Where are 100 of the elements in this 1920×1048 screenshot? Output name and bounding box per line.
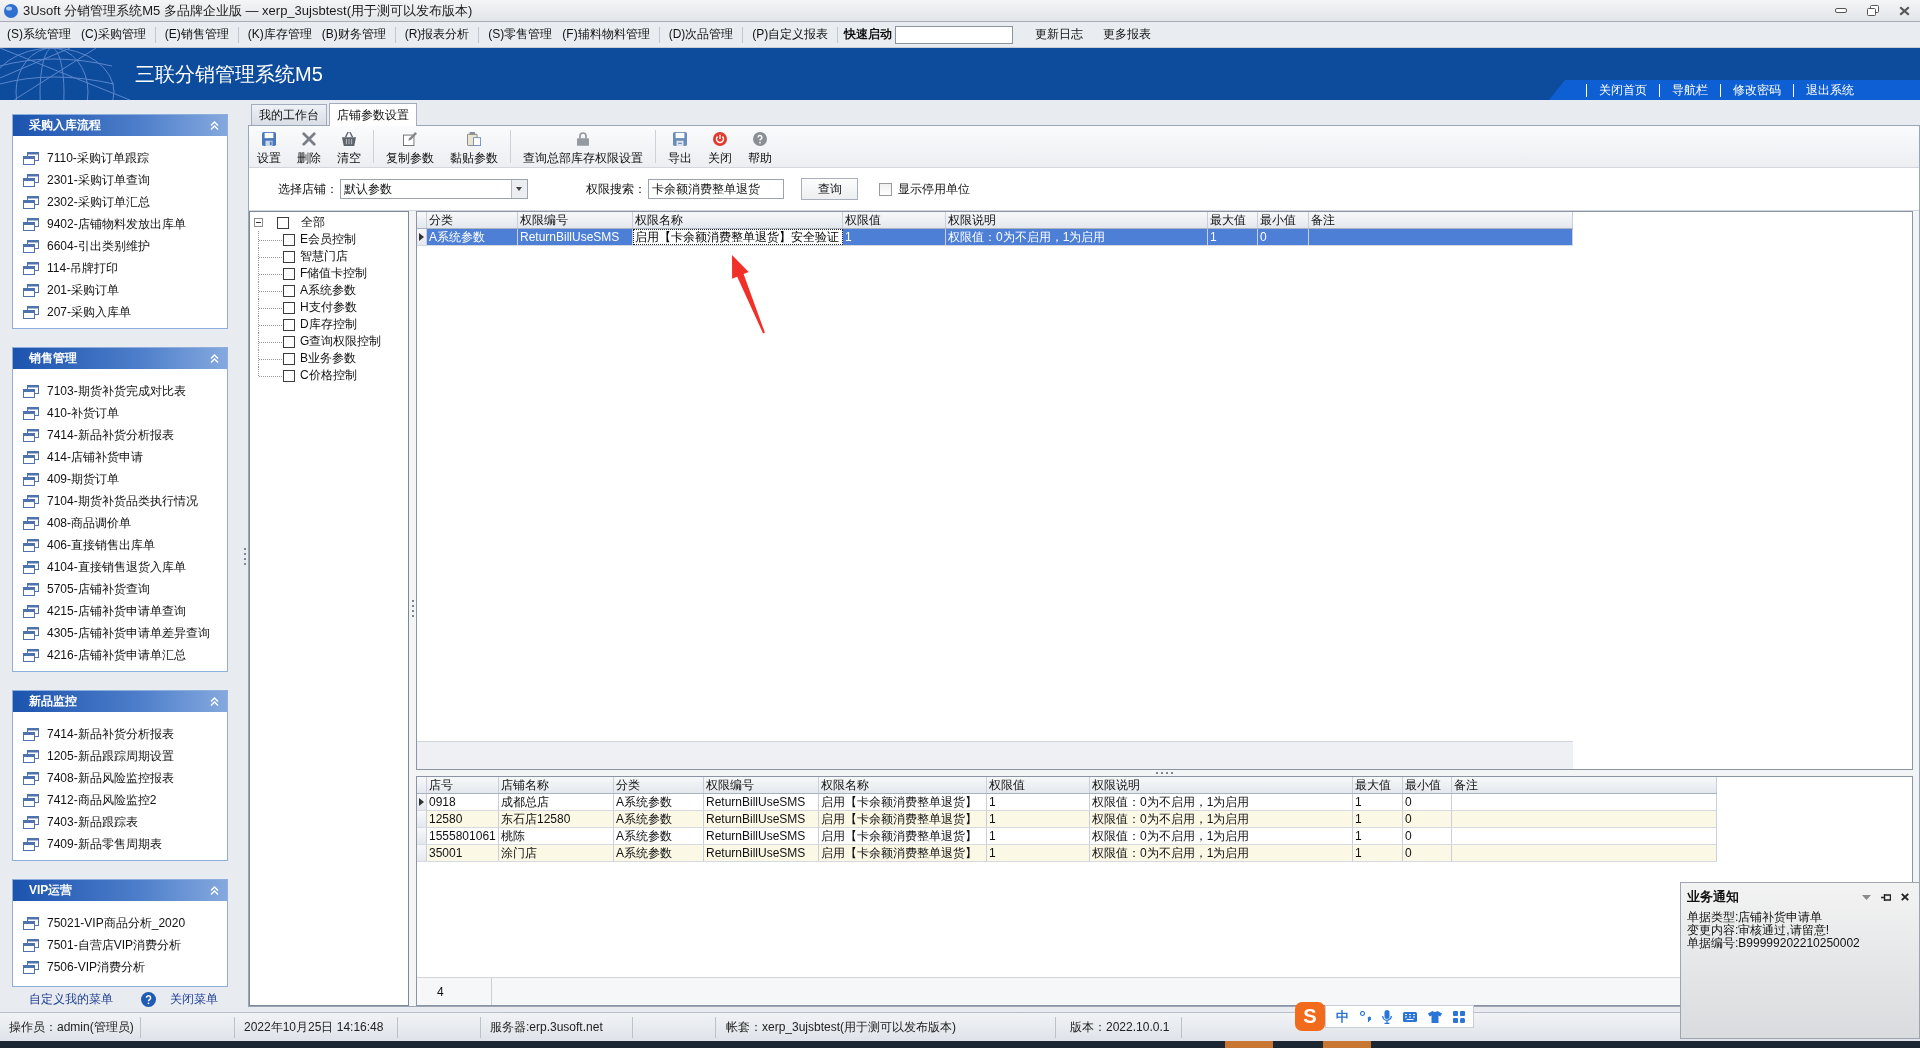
sidebar-item[interactable]: 7412-商品风险监控2 — [23, 789, 157, 811]
toolbar-button[interactable]: 帮助 — [741, 126, 779, 167]
sidebar-item[interactable]: 6604-引出类别维护 — [23, 235, 150, 257]
section-header[interactable]: 采购入库流程 — [13, 115, 227, 136]
sidebar-item[interactable]: 7103-期货补货完成对比表 — [23, 380, 186, 402]
sidebar-item[interactable]: 7414-新品补货分析报表 — [23, 723, 174, 745]
toolbar-button[interactable]: 导出 — [661, 126, 699, 167]
tab[interactable]: 我的工作台 — [251, 104, 327, 125]
column-header[interactable]: 店号 — [427, 777, 499, 793]
menu-item[interactable]: (P)自定义报表 — [747, 24, 834, 45]
sidebar-item[interactable]: 7408-新品风险监控报表 — [23, 767, 174, 789]
sidebar-item[interactable]: 408-商品调价单 — [23, 512, 132, 534]
sidebar-item[interactable]: 7414-新品补货分析报表 — [23, 424, 174, 446]
input-mode-toggle[interactable]: 中 — [1336, 1007, 1349, 1026]
sidebar-item[interactable]: 75021-VIP商品分析_2020 — [23, 912, 186, 934]
table-row[interactable]: 1555801061 桃陈 A系统参数 ReturnBillUseSMS 启用【卡余额消费整单退货】 1 权限值：0为不启用，1为启用 1 0 — [417, 828, 1717, 845]
column-header[interactable]: 权限名称 — [819, 777, 987, 793]
sidebar-item[interactable]: 1205-新品跟踪周期设置 — [23, 745, 174, 767]
tree-node-label[interactable]: G查询权限控制 — [300, 333, 382, 350]
sidebar-item[interactable]: 7501-自营店VIP消费分析 — [23, 934, 182, 956]
checkbox[interactable] — [283, 369, 295, 382]
sidebar-item[interactable]: 4104-直接销售退货入库单 — [23, 556, 186, 578]
sidebar-item[interactable]: 5705-店铺补货查询 — [23, 578, 150, 600]
column-header[interactable]: 权限编号 — [704, 777, 819, 793]
menu-item[interactable]: (S)系统管理 — [2, 24, 76, 45]
table-row[interactable]: 12580 东石店12580 A系统参数 ReturnBillUseSMS 启用【卡余额消费整单退货】 1 权限值：0为不启用，1为启用 1 0 — [417, 811, 1717, 828]
toolbar-button[interactable]: 复制参数 — [379, 126, 441, 167]
column-header[interactable]: 分类 — [427, 212, 518, 228]
toolbar-button[interactable]: 黏贴参数 — [443, 126, 505, 167]
menu-item[interactable]: 更多报表 — [1093, 24, 1162, 45]
checkbox[interactable] — [277, 216, 289, 229]
splitter-grip-icon[interactable] — [243, 547, 246, 565]
tree-node-label[interactable]: 全部 — [301, 214, 325, 231]
toolbar-button[interactable]: 查询总部库存权限设置 — [516, 126, 650, 167]
header-link[interactable]: 关闭首页 — [1599, 81, 1647, 99]
checkbox[interactable] — [283, 284, 295, 297]
menu-item[interactable]: (C)采购管理 — [76, 24, 151, 45]
sidebar-item[interactable]: 406-直接销售出库单 — [23, 534, 156, 556]
sidebar-item[interactable]: 410-补货订单 — [23, 402, 120, 424]
toolbar-button[interactable]: 删除 — [290, 126, 328, 167]
keyboard-icon[interactable] — [1403, 1011, 1417, 1022]
sidebar-item[interactable]: 207-采购入库单 — [23, 301, 132, 323]
close-icon[interactable] — [1899, 5, 1910, 16]
column-header[interactable]: 最大值 — [1208, 212, 1258, 228]
sidebar-item[interactable]: 114-吊牌打印 — [23, 257, 119, 279]
section-header[interactable]: VIP运营 — [13, 880, 227, 901]
splitter-grip-icon[interactable] — [411, 600, 414, 617]
menu-item[interactable]: (S)零售管理 — [483, 24, 558, 45]
sidebar-item[interactable]: 409-期货订单 — [23, 468, 120, 490]
header-link[interactable]: 导航栏 — [1672, 81, 1708, 99]
sidebar-item[interactable]: 7403-新品跟踪表 — [23, 811, 138, 833]
menu-item[interactable]: (B)财务管理 — [316, 24, 391, 45]
sidebar-item[interactable]: 2301-采购订单查询 — [23, 169, 150, 191]
tree-node-label[interactable]: C价格控制 — [300, 367, 357, 384]
tree-node-label[interactable]: E会员控制 — [300, 231, 356, 248]
table-row[interactable]: 35001 涂门店 A系统参数 ReturnBillUseSMS 启用【卡余额消费整单退货】 1 权限值：0为不启用，1为启用 1 0 — [417, 845, 1717, 862]
column-header[interactable]: 权限值 — [843, 212, 946, 228]
tree-node-label[interactable]: D库存控制 — [300, 316, 357, 333]
menu-item[interactable]: (F)辅料物料管理 — [557, 24, 655, 45]
tree-node-label[interactable]: H支付参数 — [300, 299, 357, 316]
minimize-icon[interactable] — [1835, 8, 1847, 13]
column-header[interactable]: 分类 — [614, 777, 704, 793]
sidebar-item[interactable]: 7506-VIP消费分析 — [23, 956, 146, 978]
sidebar-item[interactable]: 9402-店铺物料发放出库单 — [23, 213, 186, 235]
sidebar-item[interactable]: 2302-采购订单汇总 — [23, 191, 150, 213]
store-dropdown[interactable]: 默认参数 — [340, 179, 528, 199]
close-menu-link[interactable]: 关闭菜单 — [170, 991, 218, 1008]
column-header[interactable]: 最小值 — [1403, 777, 1452, 793]
column-header[interactable]: 权限值 — [987, 777, 1090, 793]
section-header[interactable]: 销售管理 — [13, 348, 227, 369]
column-header[interactable]: 权限说明 — [1090, 777, 1353, 793]
caret-icon[interactable] — [511, 180, 527, 198]
column-header[interactable]: 店铺名称 — [499, 777, 614, 793]
row-selector[interactable] — [417, 794, 427, 810]
table-row[interactable]: 0918 成都总店 A系统参数 ReturnBillUseSMS 启用【卡余额消费整单退货】 1 权限值：0为不启用，1为启用 1 0 — [417, 794, 1717, 811]
table-row[interactable]: A系统参数 ReturnBillUseSMS 启用【卡余额消费整单退货】安全验证 1 权限值：0为不启用，1为启用 1 0 — [417, 229, 1573, 246]
query-button[interactable]: 查询 — [801, 178, 858, 200]
sidebar-item[interactable]: 4216-店铺补货申请单汇总 — [23, 644, 186, 666]
menu-item[interactable]: (E)销售管理 — [159, 24, 234, 45]
checkbox[interactable] — [283, 250, 295, 263]
column-header[interactable]: 权限名称 — [633, 212, 843, 228]
punctuation-icon[interactable] — [1360, 1011, 1371, 1022]
row-selector[interactable] — [417, 229, 427, 245]
sidebar-item[interactable]: 4305-店铺补货申请单差异查询 — [23, 622, 210, 644]
pin-icon[interactable] — [1881, 892, 1891, 902]
checkbox[interactable] — [283, 352, 295, 365]
column-header[interactable]: 权限说明 — [946, 212, 1208, 228]
sidebar-item[interactable]: 414-店铺补货申请 — [23, 446, 144, 468]
grid-icon[interactable] — [1453, 1010, 1465, 1023]
checkbox[interactable] — [283, 267, 295, 280]
header-link[interactable]: 退出系统 — [1806, 81, 1854, 99]
checkbox[interactable] — [283, 335, 295, 348]
menu-item[interactable]: (K)库存管理 — [242, 24, 317, 45]
tree-node-label[interactable]: A系统参数 — [300, 282, 356, 299]
tree-node-label[interactable]: 智慧门店 — [300, 248, 348, 265]
checkbox[interactable] — [879, 182, 892, 196]
customize-menu-link[interactable]: 自定义我的菜单 — [29, 991, 113, 1008]
menu-item[interactable]: 更新日志 — [1025, 24, 1094, 45]
section-header[interactable]: 新品监控 — [13, 691, 227, 712]
column-header[interactable]: 备注 — [1309, 212, 1573, 228]
